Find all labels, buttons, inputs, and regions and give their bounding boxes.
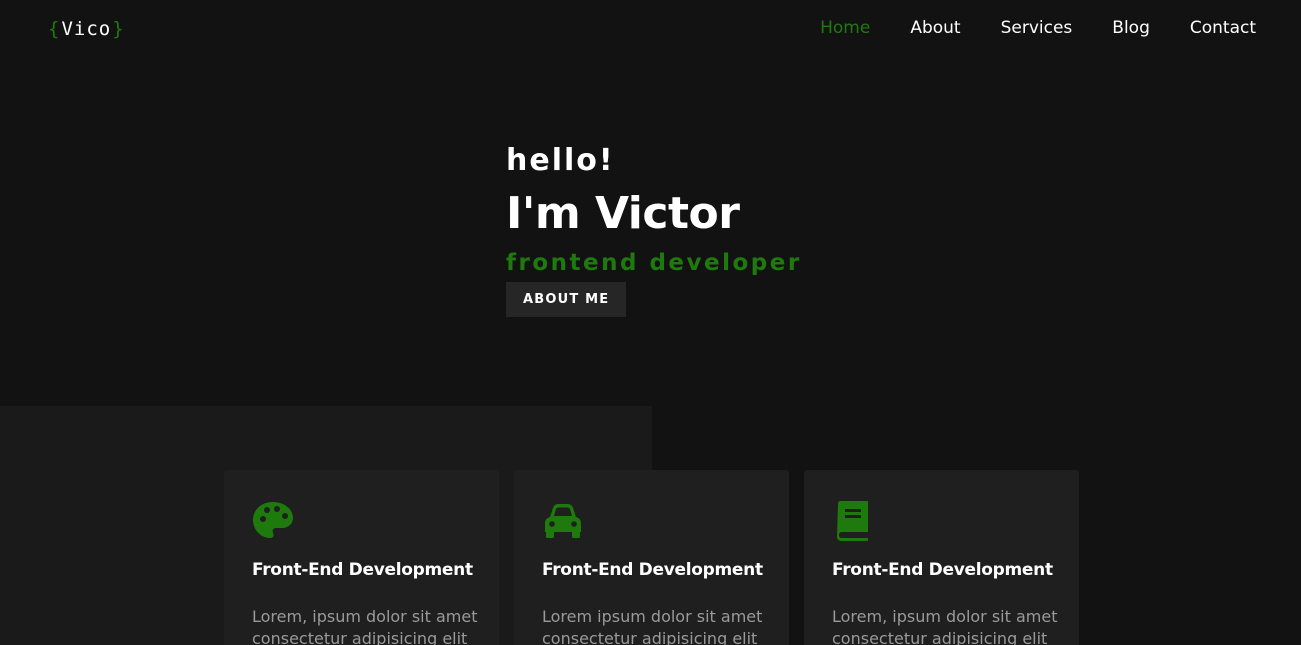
nav-link-home[interactable]: Home: [820, 16, 870, 40]
page: { Vico } Home About Services Blog Contac…: [0, 0, 1301, 645]
nav-link-blog[interactable]: Blog: [1112, 16, 1150, 40]
service-card-text: Lorem, ipsum dolor sit amet consectetur …: [252, 607, 478, 645]
logo-open-brace: {: [48, 18, 61, 40]
about-me-button[interactable]: ABOUT ME: [506, 282, 627, 317]
service-card-text: Lorem, ipsum dolor sit amet consectetur …: [832, 607, 1058, 645]
logo-close-brace: }: [112, 18, 125, 40]
hero-section: hello! I'm Victor frontend developer ABO…: [506, 140, 802, 317]
service-card-title: Front-End Development: [832, 560, 1053, 580]
hero-name: I'm Victor: [506, 188, 740, 239]
nav-link-services[interactable]: Services: [1001, 16, 1073, 40]
nav-link-about[interactable]: About: [910, 16, 960, 40]
logo[interactable]: { Vico }: [48, 15, 125, 43]
service-card: Front-End Development Lorem, ipsum dolor…: [224, 470, 499, 645]
main-nav: Home About Services Blog Contact: [780, 16, 1256, 40]
service-card: Front-End Development Lorem ipsum dolor …: [514, 470, 789, 645]
car-icon: [545, 504, 581, 538]
nav-link-contact[interactable]: Contact: [1190, 16, 1256, 40]
hero-role: frontend developer: [506, 250, 802, 276]
service-card-text: Lorem ipsum dolor sit amet consectetur a…: [542, 607, 763, 645]
service-card-title: Front-End Development: [252, 560, 473, 580]
services-cards: Front-End Development Lorem, ipsum dolor…: [224, 470, 1079, 645]
book-icon: [837, 501, 868, 541]
service-card-title: Front-End Development: [542, 560, 763, 580]
hero-greeting: hello!: [506, 143, 615, 178]
palette-icon: [253, 502, 293, 538]
logo-name: Vico: [61, 18, 112, 40]
service-card: Front-End Development Lorem, ipsum dolor…: [804, 470, 1079, 645]
